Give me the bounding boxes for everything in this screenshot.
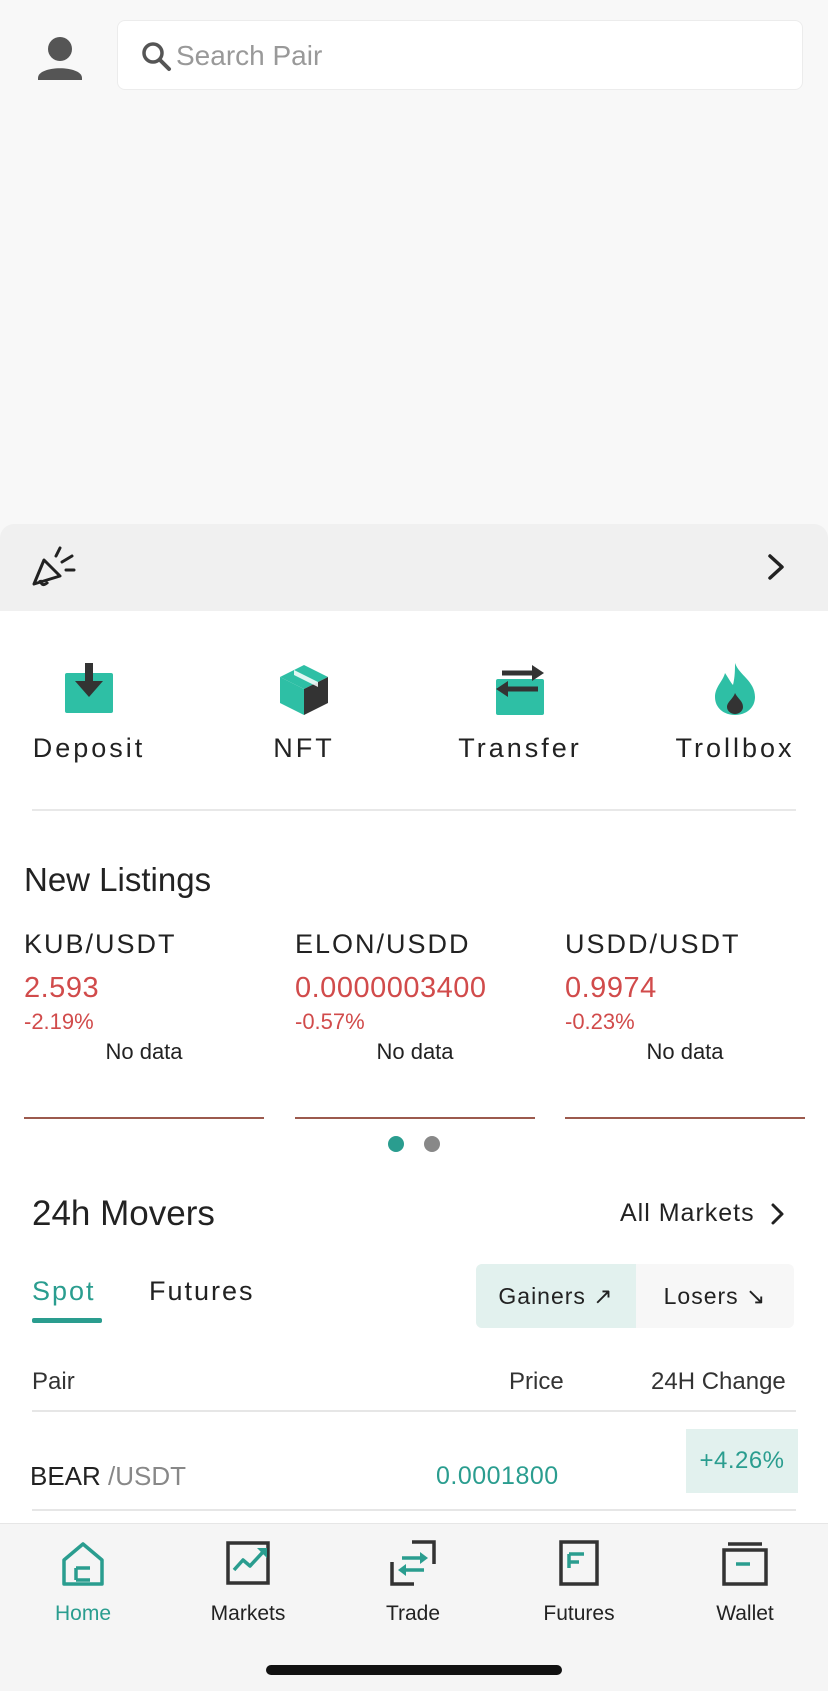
listing-chart-line [565, 1117, 805, 1119]
listing-card[interactable]: ELON/USDD 0.0000003400 -0.57% No data [295, 929, 535, 1071]
page-dot-active[interactable] [388, 1136, 404, 1152]
gainers-button[interactable]: Gainers ↗ [476, 1264, 636, 1328]
page-dot[interactable] [424, 1136, 440, 1152]
row-base-asset: BEAR [30, 1461, 101, 1491]
divider [32, 809, 796, 811]
listing-chart-line [24, 1117, 264, 1119]
quick-actions: Deposit NFT Transfer Trollbox [0, 661, 828, 781]
top-bar [0, 0, 828, 120]
row-price: 0.0001800 [436, 1462, 559, 1490]
listing-price: 0.0000003400 [295, 972, 487, 1004]
row-divider [32, 1509, 796, 1511]
listing-change: -0.23% [565, 1009, 635, 1034]
all-markets-link[interactable]: All Markets [620, 1199, 787, 1228]
nav-label: Trade [385, 1602, 441, 1625]
home-icon [62, 1542, 104, 1586]
nav-item-markets[interactable]: Markets [178, 1538, 318, 1626]
quick-action-nft[interactable]: NFT [204, 661, 404, 781]
row-pair: BEAR /USDT [30, 1461, 186, 1492]
quick-action-trollbox[interactable]: Trollbox [635, 661, 828, 781]
search-bar[interactable] [117, 20, 803, 90]
column-header-change[interactable]: 24H Change [651, 1368, 786, 1396]
chevron-right-icon[interactable] [760, 548, 792, 586]
nav-label: Wallet [716, 1602, 774, 1625]
futures-doc-icon [559, 1540, 599, 1586]
column-header-price[interactable]: Price [509, 1368, 564, 1396]
nav-item-wallet[interactable]: Wallet [675, 1538, 815, 1626]
markets-chart-icon [226, 1541, 270, 1585]
nav-item-trade[interactable]: Trade [343, 1538, 483, 1626]
all-markets-label: All Markets [620, 1199, 755, 1227]
wallet-icon [722, 1542, 768, 1586]
transfer-arrows-icon [496, 665, 544, 715]
quick-action-label: Deposit [32, 733, 146, 763]
profile-avatar-icon[interactable] [30, 28, 90, 88]
table-header-divider [32, 1410, 796, 1412]
listing-price: 2.593 [24, 972, 100, 1004]
tab-active-indicator [32, 1318, 102, 1323]
announcement-bar[interactable] [0, 524, 828, 611]
gainers-losers-toggle: Gainers ↗ Losers ↘ [476, 1264, 794, 1328]
listing-change: -0.57% [295, 1009, 365, 1034]
row-change-badge: +4.26% [686, 1429, 798, 1493]
listing-pair: ELON/USDD [295, 929, 471, 959]
cube-icon [280, 665, 328, 715]
quick-action-transfer[interactable]: Transfer [420, 661, 620, 781]
new-listings-title: New Listings [24, 861, 212, 898]
listing-card[interactable]: USDD/USDT 0.9974 -0.23% No data [565, 929, 805, 1071]
nav-label: Futures [543, 1602, 615, 1625]
listing-chart-status: No data [105, 1039, 183, 1064]
row-quote-asset: /USDT [108, 1461, 187, 1491]
listing-card[interactable]: KUB/USDT 2.593 -2.19% No data [24, 929, 264, 1071]
search-icon [142, 42, 171, 71]
movers-title: 24h Movers [32, 1194, 215, 1233]
listing-change: -2.19% [24, 1009, 94, 1034]
trade-arrows-icon [390, 1540, 436, 1586]
listing-chart-status: No data [376, 1039, 454, 1064]
listing-chart-line [295, 1117, 535, 1119]
quick-action-label: Transfer [458, 733, 582, 763]
nav-label: Markets [210, 1602, 286, 1625]
listing-pair: KUB/USDT [24, 929, 177, 959]
nav-item-home[interactable]: Home [13, 1538, 153, 1626]
megaphone-icon [32, 546, 76, 587]
losers-button[interactable]: Losers ↘ [636, 1264, 794, 1328]
chevron-right-icon [771, 1203, 784, 1224]
quick-action-label: Trollbox [675, 733, 795, 763]
quick-action-deposit[interactable]: Deposit [0, 661, 189, 781]
page-indicator [388, 1136, 448, 1156]
flame-icon [715, 663, 755, 715]
listing-price: 0.9974 [565, 972, 657, 1004]
nav-label: Home [54, 1602, 112, 1625]
search-input[interactable] [176, 35, 776, 77]
tab-spot[interactable]: Spot [32, 1276, 96, 1307]
nav-item-futures[interactable]: Futures [509, 1538, 649, 1626]
main-content: Deposit NFT Transfer Trollbox New Listin… [0, 611, 828, 1523]
quick-action-label: NFT [273, 733, 335, 763]
listing-chart-status: No data [646, 1039, 724, 1064]
download-box-icon [65, 663, 113, 713]
listing-pair: USDD/USDT [565, 929, 741, 959]
tab-futures[interactable]: Futures [149, 1276, 255, 1307]
home-indicator[interactable] [266, 1665, 562, 1675]
column-header-pair[interactable]: Pair [32, 1368, 75, 1396]
